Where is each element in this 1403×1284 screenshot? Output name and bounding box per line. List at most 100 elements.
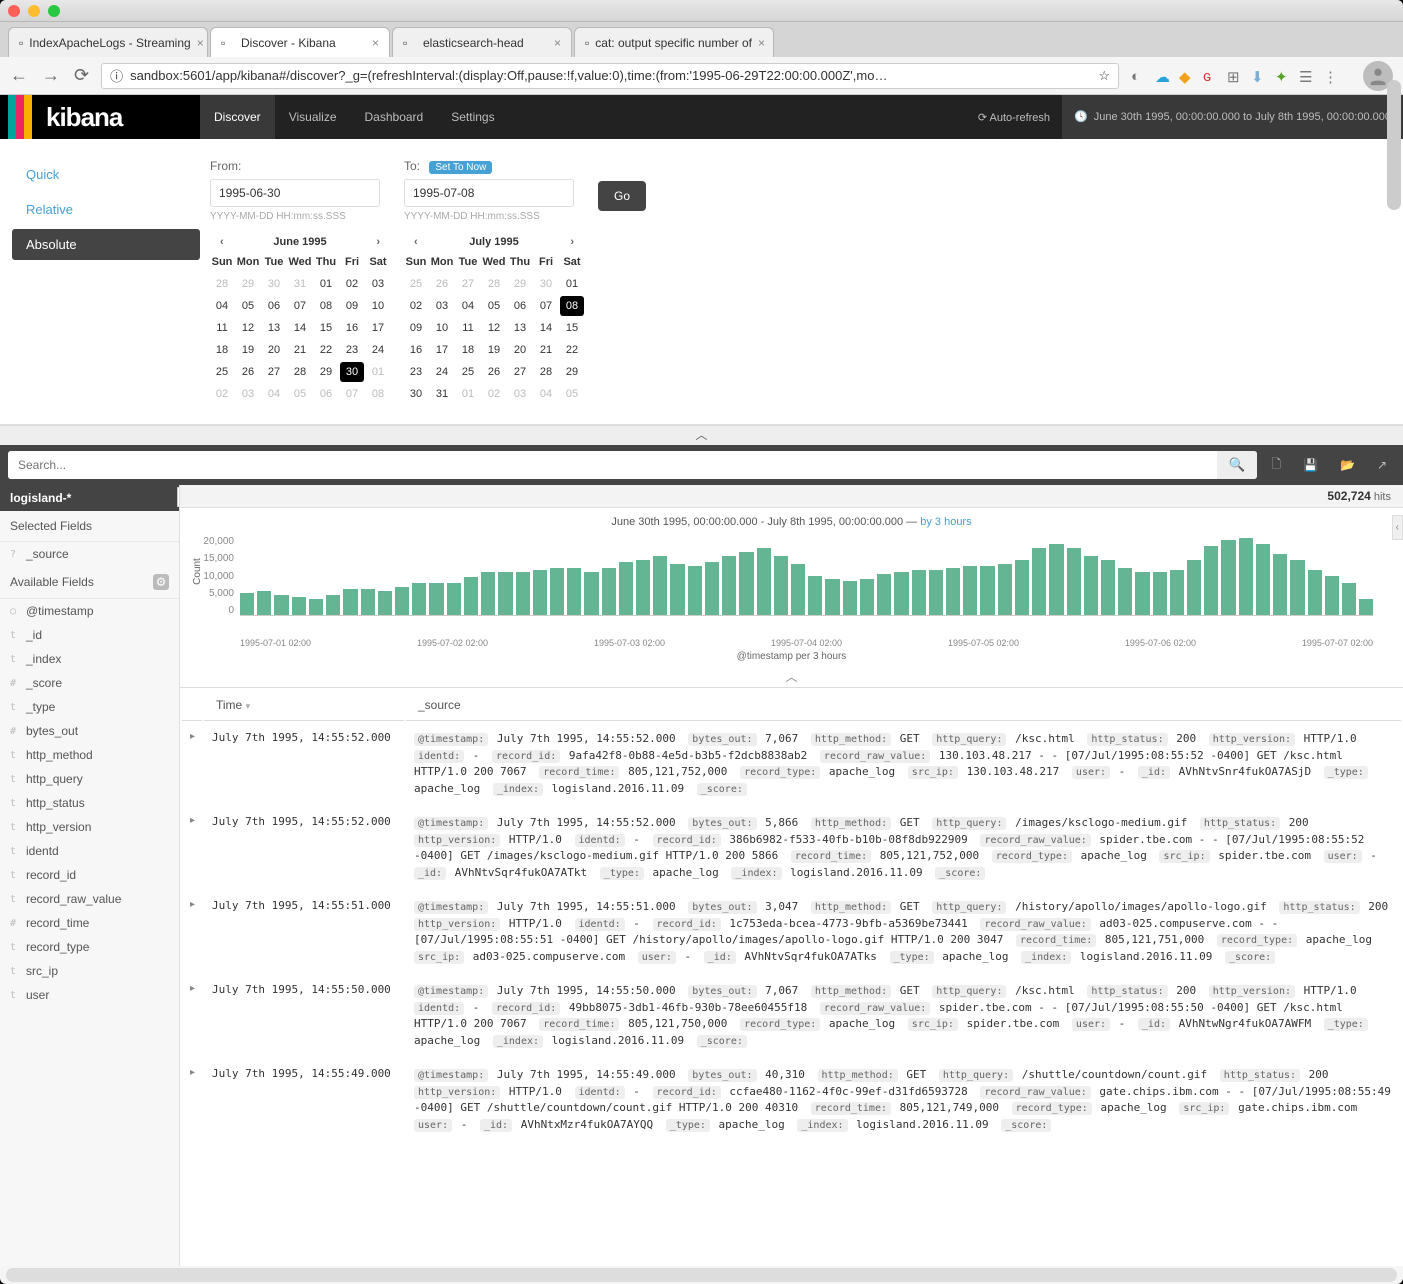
cal-day[interactable]: 23: [404, 362, 428, 382]
back-button[interactable]: ←: [10, 65, 28, 86]
cal-day[interactable]: 31: [288, 274, 312, 294]
cal-day[interactable]: 19: [482, 340, 506, 360]
available-field[interactable]: thttp_method: [0, 743, 179, 767]
cal-day[interactable]: 01: [314, 274, 338, 294]
available-field[interactable]: tidentd: [0, 839, 179, 863]
histogram-bar[interactable]: [1067, 548, 1081, 615]
histogram-bar[interactable]: [516, 572, 530, 615]
ext-icon-5[interactable]: ⊞: [1227, 68, 1243, 84]
histogram-bar[interactable]: [1359, 599, 1373, 615]
cal-day[interactable]: 05: [482, 296, 506, 316]
available-field[interactable]: #_score: [0, 671, 179, 695]
source-column-header[interactable]: _source: [406, 690, 1401, 721]
cal-day[interactable]: 20: [262, 340, 286, 360]
tab-close-icon[interactable]: ×: [752, 36, 765, 50]
cal-day[interactable]: 30: [404, 384, 428, 404]
cal-day[interactable]: 11: [210, 318, 234, 338]
cal-day[interactable]: 27: [508, 362, 532, 382]
cal-next-icon[interactable]: ›: [564, 236, 580, 248]
histogram-bar[interactable]: [670, 564, 684, 615]
histogram-bar[interactable]: [1170, 570, 1184, 615]
cal-day[interactable]: 04: [210, 296, 234, 316]
cal-day[interactable]: 29: [236, 274, 260, 294]
histogram-bar[interactable]: [412, 583, 426, 615]
time-tab-relative[interactable]: Relative: [12, 194, 200, 225]
cal-day[interactable]: 23: [340, 340, 364, 360]
available-field[interactable]: t_type: [0, 695, 179, 719]
cal-day[interactable]: 09: [404, 318, 428, 338]
kibana-logo[interactable]: kibana: [0, 95, 200, 139]
histogram-bar[interactable]: [395, 587, 409, 615]
cal-day[interactable]: 10: [366, 296, 390, 316]
available-field[interactable]: trecord_id: [0, 863, 179, 887]
cal-day[interactable]: 04: [456, 296, 480, 316]
ext-icon-2[interactable]: ☁: [1155, 68, 1171, 84]
nav-discover[interactable]: Discover: [200, 95, 275, 139]
histogram-collapse[interactable]: ︿: [180, 668, 1403, 688]
cal-day[interactable]: 29: [508, 274, 532, 294]
histogram-bar[interactable]: [498, 572, 512, 615]
histogram-bar[interactable]: [843, 581, 857, 615]
browser-tab[interactable]: ▫elasticsearch-head×: [392, 27, 572, 57]
window-minimize-dot[interactable]: [28, 5, 40, 17]
histogram-bar[interactable]: [602, 568, 616, 615]
histogram-bar[interactable]: [825, 579, 839, 615]
cal-day[interactable]: 21: [288, 340, 312, 360]
histogram-bar[interactable]: [1308, 570, 1322, 615]
histogram-bar[interactable]: [257, 591, 271, 615]
horizontal-scrollbar[interactable]: [6, 1268, 1397, 1282]
available-field[interactable]: thttp_version: [0, 815, 179, 839]
histogram-bar[interactable]: [619, 562, 633, 615]
histogram-bar[interactable]: [739, 552, 753, 615]
new-search-icon[interactable]: 🗋: [1263, 455, 1289, 476]
histogram-bar[interactable]: [1084, 556, 1098, 615]
search-button[interactable]: 🔍: [1217, 451, 1258, 479]
histogram-bar[interactable]: [912, 570, 926, 615]
histogram-bar[interactable]: [378, 591, 392, 615]
cal-day[interactable]: 27: [456, 274, 480, 294]
cal-day[interactable]: 03: [430, 296, 454, 316]
cal-day[interactable]: 10: [430, 318, 454, 338]
histogram-bar[interactable]: [429, 583, 443, 615]
time-column-header[interactable]: Time ▾: [204, 690, 404, 721]
ext-icon-1[interactable]: ◐: [1131, 68, 1147, 84]
cal-day[interactable]: 24: [366, 340, 390, 360]
histogram-bar[interactable]: [584, 572, 598, 615]
reload-button[interactable]: ⟳: [74, 65, 89, 86]
tab-close-icon[interactable]: ×: [191, 36, 204, 50]
available-field[interactable]: t_index: [0, 647, 179, 671]
histogram-bar[interactable]: [636, 560, 650, 615]
expand-row-icon[interactable]: ▸: [182, 975, 202, 1057]
cal-day[interactable]: 13: [262, 318, 286, 338]
histogram-bar[interactable]: [980, 566, 994, 615]
selected-field[interactable]: ?_source: [0, 542, 179, 566]
nav-settings[interactable]: Settings: [437, 95, 508, 139]
browser-tab[interactable]: ▫IndexApacheLogs - Streaming×: [8, 27, 208, 57]
cal-day[interactable]: 30: [262, 274, 286, 294]
histogram-bar[interactable]: [1153, 572, 1167, 615]
cal-day[interactable]: 03: [236, 384, 260, 404]
search-input[interactable]: [8, 451, 1217, 479]
histogram-bar[interactable]: [1256, 544, 1270, 615]
cal-day[interactable]: 26: [482, 362, 506, 382]
forward-button[interactable]: →: [42, 65, 60, 86]
histogram-bar[interactable]: [464, 577, 478, 615]
nav-dashboard[interactable]: Dashboard: [351, 95, 438, 139]
expand-row-icon[interactable]: ▸: [182, 807, 202, 889]
window-zoom-dot[interactable]: [48, 5, 60, 17]
cal-day[interactable]: 11: [456, 318, 480, 338]
histogram-bar[interactable]: [722, 556, 736, 615]
cal-day[interactable]: 26: [430, 274, 454, 294]
cal-day[interactable]: 27: [262, 362, 286, 382]
site-info-icon[interactable]: ⓘ: [110, 66, 124, 85]
histogram-bar[interactable]: [550, 568, 564, 615]
histogram-bar[interactable]: [326, 595, 340, 615]
time-panel-collapse[interactable]: ︿: [0, 425, 1403, 445]
available-field[interactable]: tuser: [0, 983, 179, 1007]
field-settings-icon[interactable]: ⚙: [153, 574, 169, 590]
cal-day[interactable]: 05: [236, 296, 260, 316]
time-tab-absolute[interactable]: Absolute: [12, 229, 200, 260]
cal-day[interactable]: 12: [482, 318, 506, 338]
address-bar[interactable]: ⓘ sandbox:5601/app/kibana#/discover?_g=(…: [101, 63, 1119, 89]
time-tab-quick[interactable]: Quick: [12, 159, 200, 190]
